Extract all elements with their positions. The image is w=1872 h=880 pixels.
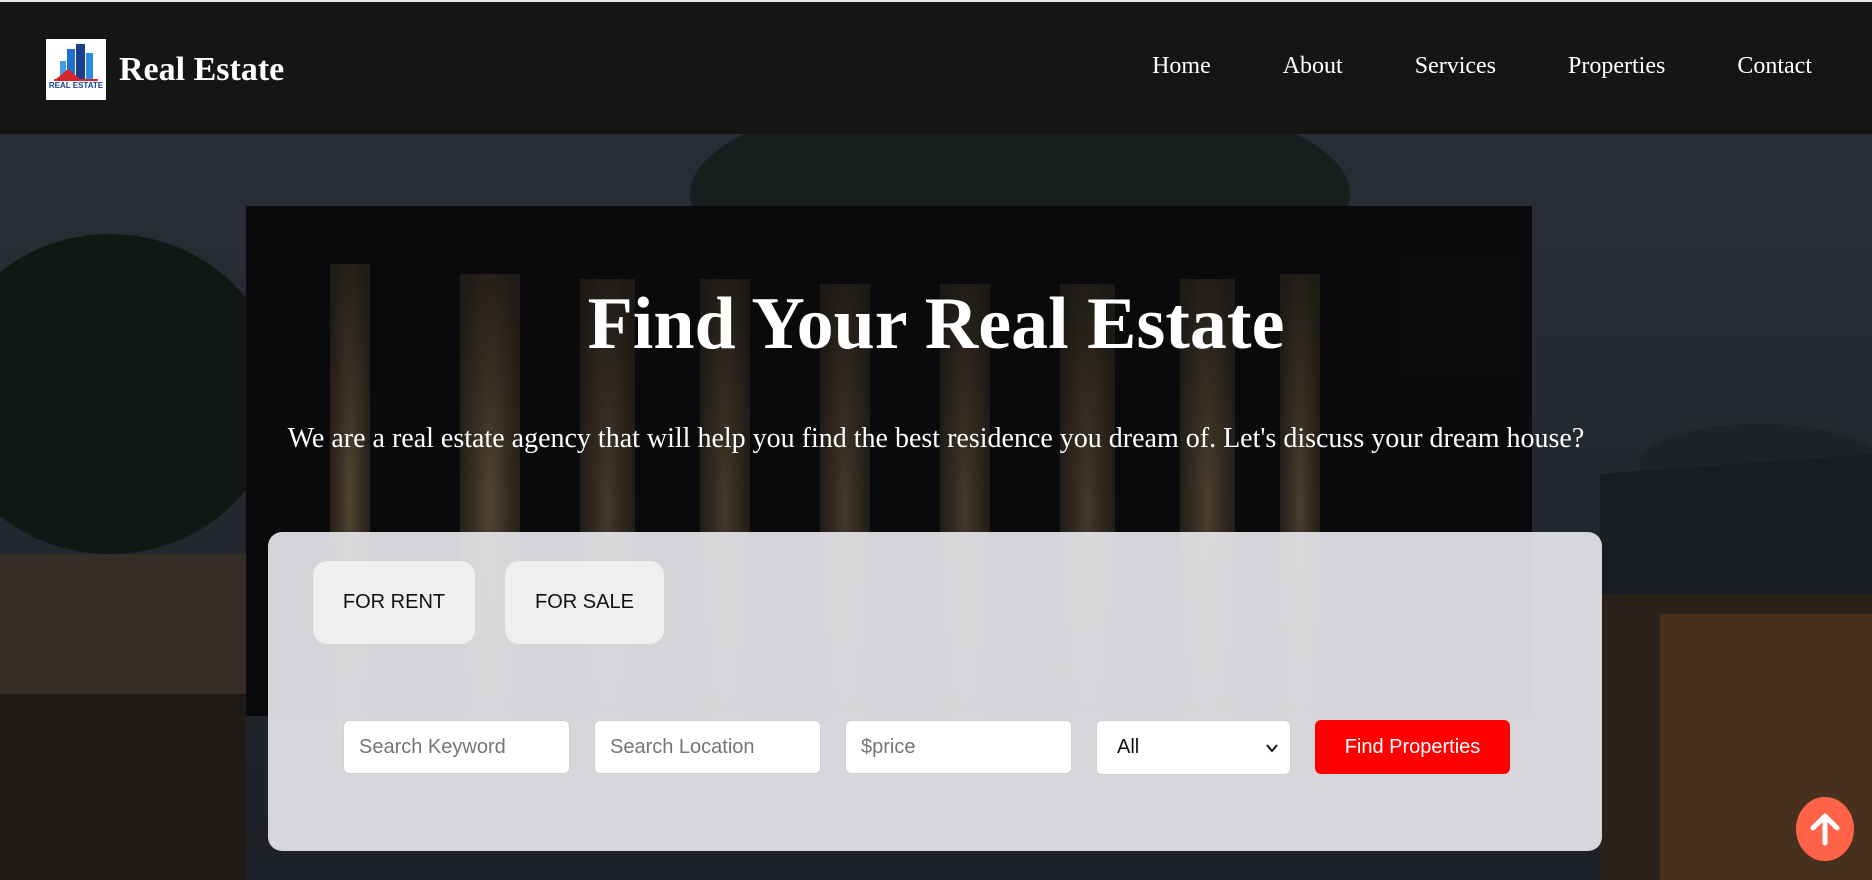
property-type-value: All — [1117, 736, 1140, 758]
nav-link-services[interactable]: Services — [1415, 53, 1496, 80]
find-properties-button[interactable]: Find Properties — [1315, 720, 1510, 774]
price-input[interactable] — [845, 720, 1072, 774]
hero-title: Find Your Real Estate — [587, 283, 1285, 365]
nav-link-properties[interactable]: Properties — [1568, 53, 1665, 80]
brand-name[interactable]: Real Estate — [119, 51, 284, 89]
search-panel: FOR RENT FOR SALE All Find Properties — [268, 532, 1602, 851]
logo-text: REAL ESTATE — [49, 81, 104, 90]
scroll-to-top-button[interactable] — [1796, 797, 1854, 861]
search-location-input[interactable] — [594, 720, 821, 774]
logo-graphic: REAL ESTATE — [49, 44, 104, 90]
nav-menu: Home About Services Properties Contact — [1080, 53, 1812, 80]
property-type-select[interactable]: All — [1096, 720, 1291, 775]
hero-subtitle: We are a real estate agency that will he… — [287, 423, 1585, 454]
nav-link-home[interactable]: Home — [1152, 53, 1211, 80]
tab-for-rent[interactable]: FOR RENT — [313, 561, 475, 644]
chevron-down-icon — [1266, 743, 1278, 753]
search-keyword-input[interactable] — [343, 720, 570, 774]
brand[interactable]: REAL ESTATE Real Estate — [46, 39, 284, 100]
arrow-up-icon — [1810, 813, 1840, 846]
hero-section: Find Your Real Estate We are a real esta… — [0, 134, 1872, 880]
nav-link-about[interactable]: About — [1283, 53, 1343, 80]
tab-for-sale[interactable]: FOR SALE — [505, 561, 664, 644]
logo: REAL ESTATE — [46, 39, 106, 100]
nav-link-contact[interactable]: Contact — [1737, 53, 1812, 80]
navbar: REAL ESTATE Real Estate Home About Servi… — [0, 0, 1872, 134]
